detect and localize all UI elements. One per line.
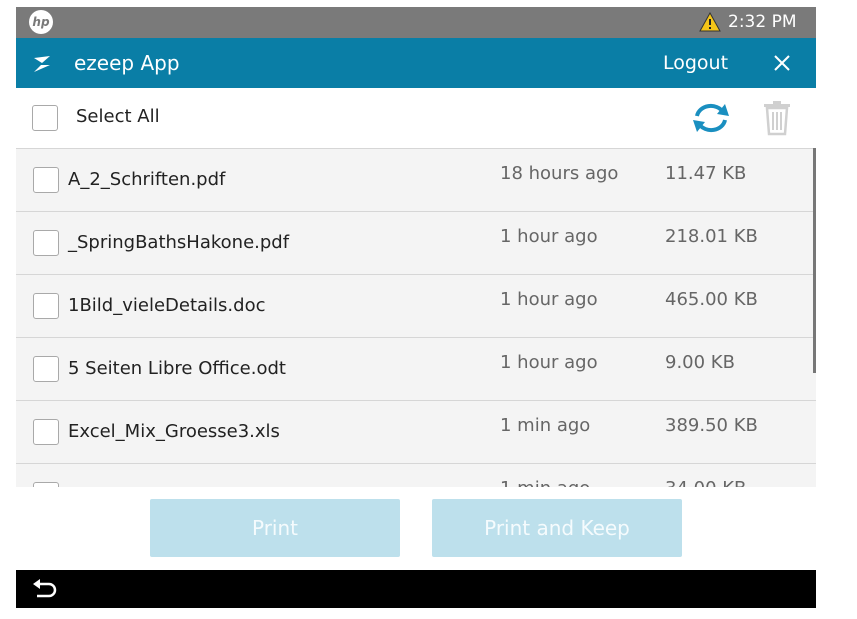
app-title-bar: ezeep App Logout	[16, 38, 816, 88]
status-bar: hp 2:32 PM	[16, 7, 816, 38]
select-all-row: Select All	[16, 88, 816, 148]
logout-button[interactable]: Logout	[663, 51, 728, 75]
refresh-icon[interactable]	[689, 100, 733, 136]
print-and-keep-button[interactable]: Print and Keep	[432, 499, 682, 557]
back-icon[interactable]	[31, 578, 57, 600]
file-name: A_2_Schriften.pdf	[68, 169, 226, 190]
bottom-nav-bar	[16, 570, 816, 608]
ezeep-logo-icon	[31, 53, 53, 75]
file-checkbox[interactable]	[33, 293, 59, 319]
file-time: 1 hour ago	[500, 226, 598, 247]
file-name: _SpringBathsHakone.pdf	[68, 232, 290, 253]
file-checkbox[interactable]	[33, 230, 59, 256]
file-time: 1 hour ago	[500, 289, 598, 310]
hp-logo: hp	[29, 10, 53, 34]
warning-icon	[699, 12, 721, 32]
file-name: Excel_Mix_Groesse3.xls	[68, 421, 280, 442]
file-size: 11.47 KB	[665, 163, 747, 184]
file-checkbox[interactable]	[33, 356, 59, 382]
file-checkbox[interactable]	[33, 419, 59, 445]
clock: 2:32 PM	[728, 12, 797, 32]
file-checkbox[interactable]	[33, 167, 59, 193]
print-button[interactable]: Print	[150, 499, 400, 557]
file-name: 1Bild_vieleDetails.doc	[68, 295, 266, 316]
close-icon[interactable]	[772, 53, 792, 73]
file-size: 9.00 KB	[665, 352, 735, 373]
trash-icon[interactable]	[761, 100, 793, 136]
select-all-label: Select All	[76, 106, 160, 127]
list-scrollbar[interactable]	[813, 148, 816, 373]
file-row[interactable]: 5 Seiten Libre Office.odt 1 hour ago 9.0…	[16, 338, 816, 401]
select-all-checkbox[interactable]	[32, 105, 58, 131]
file-time: 1 min ago	[500, 415, 591, 436]
file-size: 218.01 KB	[665, 226, 758, 247]
file-size: 465.00 KB	[665, 289, 758, 310]
file-size: 389.50 KB	[665, 415, 758, 436]
file-row[interactable]: Excel_Mix_Groesse3.xls 1 min ago 389.50 …	[16, 401, 816, 464]
file-list[interactable]: A_2_Schriften.pdf 18 hours ago 11.47 KB …	[16, 148, 816, 488]
file-row[interactable]: 1 min ago 34.00 KB	[16, 464, 816, 488]
file-name: 5 Seiten Libre Office.odt	[68, 358, 286, 379]
file-time: 18 hours ago	[500, 163, 619, 184]
app-title: ezeep App	[74, 51, 180, 75]
file-row[interactable]: _SpringBathsHakone.pdf 1 hour ago 218.01…	[16, 212, 816, 275]
action-bar: Print Print and Keep	[16, 487, 816, 570]
file-time: 1 hour ago	[500, 352, 598, 373]
file-row[interactable]: 1Bild_vieleDetails.doc 1 hour ago 465.00…	[16, 275, 816, 338]
file-row[interactable]: A_2_Schriften.pdf 18 hours ago 11.47 KB	[16, 149, 816, 212]
